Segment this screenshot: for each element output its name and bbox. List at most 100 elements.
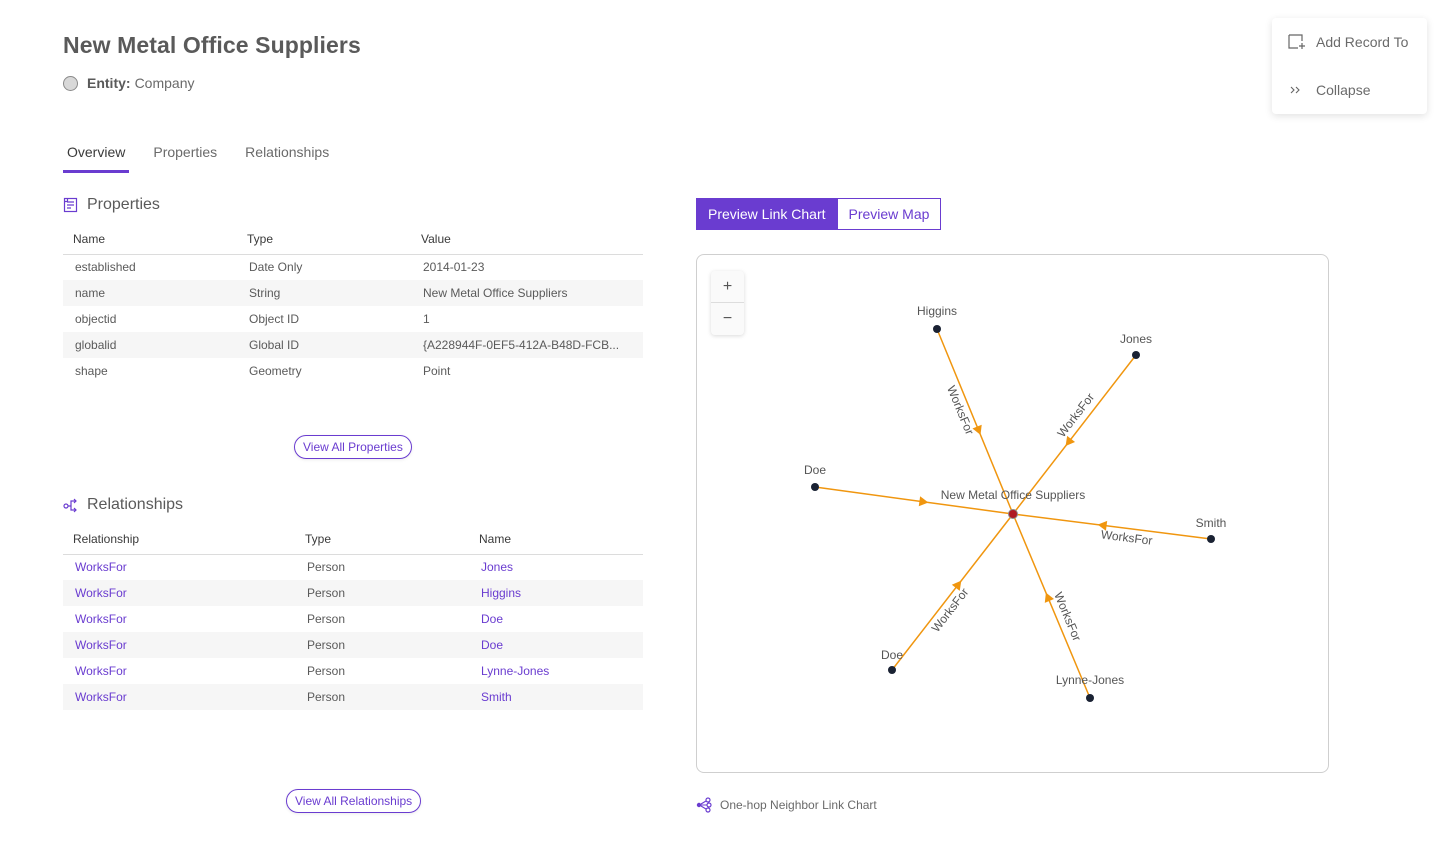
neighbor-node-label: Higgins	[917, 304, 957, 318]
property-type: Global ID	[237, 332, 411, 358]
relationship-link[interactable]: WorksFor	[63, 658, 295, 684]
preview-toggle: Preview Link Chart Preview Map	[696, 198, 942, 230]
property-name: name	[63, 280, 237, 306]
relationships-heading-text: Relationships	[87, 496, 184, 513]
table-row: WorksFor Person Jones	[63, 554, 643, 580]
table-row: shape Geometry Point	[63, 358, 643, 384]
property-name: shape	[75, 364, 108, 378]
tab-overview[interactable]: Overview	[63, 140, 130, 173]
table-row: name String New Metal Office Suppliers	[63, 280, 643, 306]
center-node[interactable]	[1008, 509, 1018, 519]
column-header-type: Type	[237, 226, 411, 255]
neighbor-node-label: Lynne-Jones	[1056, 673, 1124, 687]
related-entity-link[interactable]: Doe	[469, 606, 643, 632]
table-row: WorksFor Person Lynne-Jones	[63, 658, 643, 684]
property-name: objectid	[75, 312, 117, 326]
table-row: WorksFor Person Higgins	[63, 580, 643, 606]
property-type: Object ID	[249, 312, 300, 326]
column-header-type: Type	[295, 526, 469, 555]
neighbor-node-label: Doe	[881, 648, 903, 662]
related-entity-link[interactable]: Jones	[469, 554, 643, 580]
neighbor-node-label: Jones	[1120, 332, 1152, 346]
relationship-type: Person	[295, 580, 469, 606]
neighbor-node[interactable]	[888, 666, 896, 674]
entity-status-icon	[63, 75, 78, 91]
preview-map-button[interactable]: Preview Map	[837, 198, 942, 230]
properties-sheet-icon	[63, 197, 79, 213]
neighbor-node[interactable]	[1132, 351, 1140, 359]
preview-link-chart-button[interactable]: Preview Link Chart	[696, 198, 838, 230]
view-all-properties-button[interactable]: View All Properties	[294, 435, 412, 459]
link-edge[interactable]	[891, 513, 1014, 671]
add-to-icon	[1288, 34, 1306, 50]
property-value: Point	[423, 364, 451, 378]
collapse-button[interactable]: Collapse	[1272, 66, 1427, 114]
property-value: {A228944F-0EF5-412A-B48D-FCB...	[411, 332, 643, 358]
relationship-link[interactable]: WorksFor	[63, 684, 295, 710]
property-type: Date Only	[249, 260, 303, 275]
tab-properties[interactable]: Properties	[149, 140, 221, 173]
link-chart-caption-text: One-hop Neighbor Link Chart	[720, 798, 877, 812]
property-type: String	[237, 280, 411, 306]
entity-label: Entity:	[87, 75, 131, 91]
property-name: established	[75, 260, 136, 275]
tab-relationships[interactable]: Relationships	[241, 140, 333, 173]
table-row: WorksFor Person Smith	[63, 684, 643, 710]
property-value: New Metal Office Suppliers	[411, 280, 643, 306]
link-chart-panel[interactable]: WorksFor WorksFor WorksFor WorksFor WorksFor…	[696, 254, 1329, 773]
neighbor-node-label: Smith	[1196, 516, 1227, 530]
link-chart-caption: One-hop Neighbor Link Chart	[696, 797, 877, 813]
side-action-menu: Add Record To Collapse	[1272, 18, 1427, 114]
relationship-type: Person	[295, 684, 469, 710]
related-entity-link[interactable]: Doe	[469, 632, 643, 658]
property-name: globalid	[63, 332, 237, 358]
edge-label: WorksFor	[929, 585, 972, 634]
zoom-controls: + −	[711, 271, 744, 335]
column-header-name: Name	[63, 226, 237, 255]
relationship-type: Person	[307, 664, 346, 678]
add-record-to-button[interactable]: Add Record To	[1272, 18, 1427, 66]
relationship-type: Person	[307, 612, 346, 626]
link-edge[interactable]	[936, 328, 1014, 515]
neighbor-node[interactable]	[811, 483, 819, 491]
table-row: WorksFor Person Doe	[63, 606, 643, 632]
relationship-type: Person	[307, 560, 346, 575]
edge-arrow	[918, 496, 929, 507]
neighbor-node[interactable]	[1086, 694, 1094, 702]
table-row: WorksFor Person Doe	[63, 632, 643, 658]
zoom-out-button[interactable]: −	[711, 303, 744, 335]
neighbor-node[interactable]	[1207, 535, 1215, 543]
neighbor-node-label: Doe	[804, 463, 826, 477]
table-row: established Date Only 2014-01-23	[63, 254, 643, 280]
related-entity-link[interactable]: Smith	[469, 684, 643, 710]
properties-heading-text: Properties	[87, 196, 160, 213]
relationship-type: Person	[295, 632, 469, 658]
zoom-in-button[interactable]: +	[711, 271, 744, 303]
double-chevron-right-icon	[1288, 84, 1306, 96]
column-header-relationship: Relationship	[63, 526, 295, 555]
relationships-icon	[63, 497, 79, 513]
relationship-link[interactable]: WorksFor	[63, 580, 295, 606]
entity-value: Company	[134, 75, 195, 91]
link-chart-canvas[interactable]: WorksFor WorksForWorksForWorksFor WorksFor…	[697, 255, 1329, 773]
relationship-link[interactable]: WorksFor	[63, 606, 295, 632]
view-all-relationships-button[interactable]: View All Relationships	[286, 789, 422, 813]
related-entity-link[interactable]: Lynne-Jones	[469, 658, 643, 684]
relationships-table: Relationship Type Name WorksFor Person J…	[63, 526, 643, 710]
edge-label: WorksFor	[944, 384, 977, 437]
center-node-label: New Metal Office Suppliers	[941, 488, 1086, 502]
page-title: New Metal Office Suppliers	[63, 32, 361, 58]
collapse-label: Collapse	[1316, 82, 1371, 98]
entity-type: Entity: Company	[63, 75, 194, 91]
property-value: 1	[423, 312, 430, 326]
related-entity-link[interactable]: Higgins	[469, 580, 643, 606]
property-value: 2014-01-23	[423, 260, 485, 275]
property-type: Geometry	[249, 364, 302, 378]
relationship-link[interactable]: WorksFor	[63, 554, 295, 580]
neighbor-node[interactable]	[933, 325, 941, 333]
link-edge[interactable]	[1012, 513, 1091, 699]
relationship-link[interactable]: WorksFor	[63, 632, 295, 658]
column-header-value: Value	[411, 226, 643, 255]
properties-table: Name Type Value established Date Only 20…	[63, 226, 643, 384]
link-chart-icon	[696, 797, 712, 813]
